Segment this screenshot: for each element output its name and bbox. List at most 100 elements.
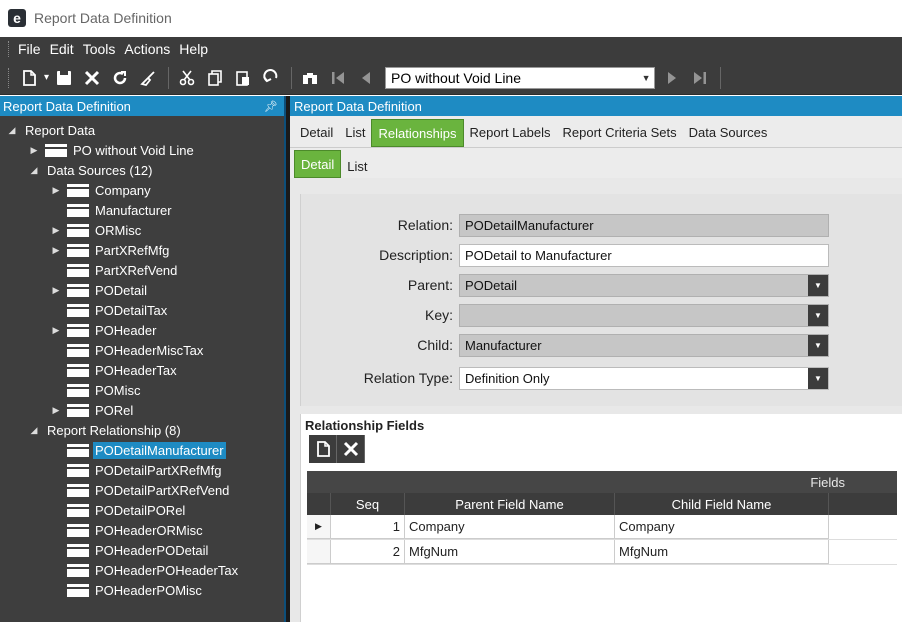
tree-node[interactable]: ▶ PartXRefMfg — [0, 240, 284, 260]
refresh-button[interactable] — [107, 65, 133, 91]
expand-arrow-icon[interactable]: ▶ — [50, 185, 62, 196]
tree-node[interactable]: ▶ ORMisc — [0, 220, 284, 240]
tree-node[interactable]: PODetailPartXRefMfg — [0, 460, 284, 480]
relation-type-select[interactable]: Definition Only ▼ — [459, 366, 829, 390]
grid-selector-header — [307, 493, 331, 515]
folder-icon — [67, 303, 89, 317]
tree-node[interactable]: POHeaderPOHeaderTax — [0, 560, 284, 580]
tab-data-sources[interactable]: Data Sources — [683, 119, 774, 145]
chevron-down-icon[interactable]: ▼ — [808, 334, 828, 356]
tree-node[interactable]: ▶ PO without Void Line — [0, 140, 284, 160]
tree-node[interactable]: ▶ POHeader — [0, 320, 284, 340]
collapse-arrow-icon[interactable]: ◢ — [28, 425, 40, 436]
subtab-list[interactable]: List — [341, 154, 373, 178]
clear-button[interactable] — [135, 65, 161, 91]
paste-button[interactable] — [230, 65, 256, 91]
description-field[interactable]: PODetail to Manufacturer — [459, 243, 829, 267]
tree-node-label: PO without Void Line — [73, 142, 194, 158]
copy-button[interactable] — [202, 65, 228, 91]
cell-child-field[interactable]: MfgNum — [615, 540, 829, 564]
cell-seq[interactable]: 2 — [331, 540, 405, 564]
tree-node[interactable]: PartXRefVend — [0, 260, 284, 280]
tree-node[interactable]: ▶ Company — [0, 180, 284, 200]
next-record-button[interactable] — [659, 65, 685, 91]
search-button[interactable] — [297, 65, 323, 91]
new-button[interactable] — [16, 65, 42, 91]
collapse-arrow-icon[interactable]: ◢ — [28, 165, 40, 176]
relation-row: Relation: PODetailManufacturer — [301, 213, 902, 237]
expand-arrow-icon[interactable]: ▶ — [50, 325, 62, 336]
last-record-button[interactable] — [687, 65, 713, 91]
chevron-down-icon[interactable]: ▼ — [808, 367, 828, 389]
cut-button[interactable] — [174, 65, 200, 91]
toolbar-separator — [168, 66, 170, 89]
pin-icon[interactable]: 📌︎ — [264, 100, 278, 113]
first-record-button[interactable] — [325, 65, 351, 91]
tree-node[interactable]: PODetailPartXRefVend — [0, 480, 284, 500]
tree-node-label: Data Sources (12) — [47, 162, 153, 178]
tree-node-label: Report Data — [25, 122, 96, 138]
tab-detail[interactable]: Detail — [294, 119, 339, 145]
expand-arrow-icon[interactable]: ▶ — [50, 405, 62, 416]
folder-icon — [67, 183, 89, 197]
menu-help[interactable]: Help — [179, 41, 208, 57]
tree-node[interactable]: Manufacturer — [0, 200, 284, 220]
previous-record-button[interactable] — [353, 65, 379, 91]
relationship-fields-title: Relationship Fields — [305, 418, 425, 433]
menu-tools[interactable]: Tools — [83, 41, 116, 57]
folder-icon — [67, 343, 89, 357]
cell-seq[interactable]: 1 — [331, 515, 405, 539]
column-seq[interactable]: Seq — [331, 493, 405, 515]
collapse-arrow-icon[interactable]: ◢ — [6, 125, 18, 136]
grid-delete-button[interactable] — [337, 435, 365, 463]
menu-edit[interactable]: Edit — [50, 41, 74, 57]
grid-new-button[interactable] — [309, 435, 337, 463]
tree-node[interactable]: ◢ Report Relationship (8) — [0, 420, 284, 440]
folder-icon — [67, 483, 89, 497]
tree-node[interactable]: POHeaderPODetail — [0, 540, 284, 560]
tree-node[interactable]: ◢ Report Data — [0, 120, 284, 140]
menu-actions[interactable]: Actions — [124, 41, 170, 57]
tree-node[interactable]: PODetailManufacturer — [0, 440, 284, 460]
tree-node[interactable]: ▶ PORel — [0, 400, 284, 420]
tree-node[interactable]: POHeaderTax — [0, 360, 284, 380]
cell-parent-field[interactable]: Company — [405, 515, 615, 539]
expand-arrow-icon[interactable]: ▶ — [50, 225, 62, 236]
tab-relationships[interactable]: Relationships — [371, 119, 464, 147]
child-select[interactable]: Manufacturer ▼ — [459, 333, 829, 357]
menu-file[interactable]: File — [18, 41, 41, 57]
column-child-field-name[interactable]: Child Field Name — [615, 493, 829, 515]
tree-node[interactable]: POHeaderPOMisc — [0, 580, 284, 600]
tab-list[interactable]: List — [339, 119, 371, 145]
delete-button[interactable] — [79, 65, 105, 91]
tree-node[interactable]: ▶ PODetail — [0, 280, 284, 300]
cell-parent-field[interactable]: MfgNum — [405, 540, 615, 564]
chevron-down-icon[interactable]: ▼ — [638, 67, 655, 88]
chevron-down-icon[interactable]: ▼ — [808, 274, 828, 296]
tab-report-labels[interactable]: Report Labels — [464, 119, 557, 145]
expand-arrow-icon[interactable]: ▶ — [28, 145, 40, 156]
chevron-down-icon[interactable]: ▼ — [808, 304, 828, 326]
table-row[interactable]: ▶ 1 Company Company — [307, 515, 897, 540]
tree-node[interactable]: POMisc — [0, 380, 284, 400]
save-button[interactable] — [51, 65, 77, 91]
parent-select[interactable]: PODetail ▼ — [459, 273, 829, 297]
undo-button[interactable] — [258, 65, 284, 91]
column-parent-field-name[interactable]: Parent Field Name — [405, 493, 615, 515]
cell-child-field[interactable]: Company — [615, 515, 829, 539]
expand-arrow-icon[interactable]: ▶ — [50, 285, 62, 296]
folder-icon — [67, 523, 89, 537]
expand-arrow-icon[interactable]: ▶ — [50, 245, 62, 256]
tree-node[interactable]: ◢ Data Sources (12) — [0, 160, 284, 180]
new-dropdown-icon[interactable]: ▾ — [44, 72, 49, 83]
tree-node[interactable]: PODetailPORel — [0, 500, 284, 520]
table-row[interactable]: 2 MfgNum MfgNum — [307, 540, 897, 565]
tree-node[interactable]: PODetailTax — [0, 300, 284, 320]
tree-node[interactable]: POHeaderMiscTax — [0, 340, 284, 360]
subtab-detail[interactable]: Detail — [294, 150, 342, 178]
key-select[interactable]: ▼ — [459, 303, 829, 327]
tab-report-criteria-sets[interactable]: Report Criteria Sets — [556, 119, 682, 145]
tree-node[interactable]: POHeaderORMisc — [0, 520, 284, 540]
tree-node-label: PartXRefVend — [95, 262, 178, 278]
record-select[interactable]: PO without Void Line ▼ — [385, 66, 656, 89]
